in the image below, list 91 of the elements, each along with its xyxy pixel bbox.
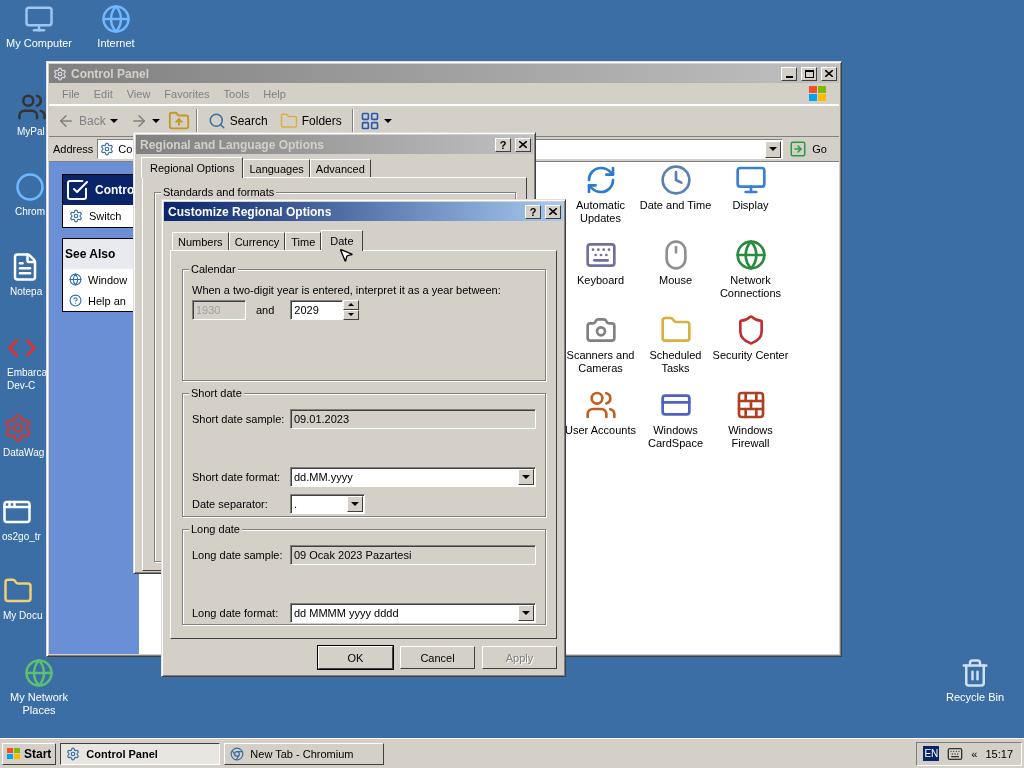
panel-link[interactable]: Switch bbox=[63, 205, 139, 227]
address-label: Address bbox=[53, 143, 94, 155]
globe-icon[interactable] bbox=[734, 239, 767, 271]
desktop-icon-label[interactable]: My Computer bbox=[6, 37, 72, 50]
tab[interactable]: Numbers bbox=[172, 232, 229, 250]
browser-icon bbox=[230, 746, 245, 761]
windows-logo-icon bbox=[807, 84, 829, 103]
group-title: Long date bbox=[189, 523, 242, 536]
minimize-icon bbox=[785, 75, 793, 78]
desktop-icon-label[interactable]: os2go_tr bbox=[2, 530, 41, 543]
figure-icon[interactable] bbox=[17, 92, 47, 122]
desktop-icon-label[interactable]: MyPal bbox=[17, 125, 45, 138]
clock-icon[interactable] bbox=[659, 164, 692, 196]
dialog-title: Customize Regional Options bbox=[168, 204, 333, 219]
monitor-icon[interactable] bbox=[734, 164, 767, 196]
recycle-bin-icon[interactable] bbox=[960, 658, 990, 688]
gear-icon bbox=[69, 209, 83, 223]
dialog-button[interactable]: Cancel bbox=[400, 646, 475, 669]
calendar-description: When a two-digit year is entered, interpret it as a year between: bbox=[192, 284, 502, 296]
maximize-button[interactable] bbox=[801, 66, 817, 81]
folders-button[interactable]: Folders bbox=[275, 110, 346, 132]
field-label: Date separator: bbox=[192, 497, 269, 510]
tab[interactable]: Date bbox=[321, 230, 363, 251]
expand-tray-button[interactable]: « bbox=[971, 747, 978, 760]
desktop-icon-label[interactable]: Internet bbox=[97, 37, 135, 50]
window-title: Control Panel bbox=[71, 66, 150, 81]
format-dropdown[interactable]: dd MMMM yyyy dddd bbox=[290, 602, 536, 623]
help-button[interactable]: ? bbox=[495, 137, 511, 152]
checkbox-icon bbox=[65, 178, 89, 202]
sample-field: 09.01.2023 bbox=[290, 408, 536, 429]
users-icon[interactable] bbox=[584, 389, 617, 421]
help-button[interactable]: ? bbox=[525, 204, 541, 219]
maximize-icon bbox=[804, 69, 814, 78]
circle-icon[interactable] bbox=[15, 172, 45, 202]
field-label: Short date format: bbox=[192, 470, 282, 483]
search-icon bbox=[207, 112, 226, 130]
spinner[interactable] bbox=[343, 299, 360, 320]
field-label: Long date sample: bbox=[192, 548, 284, 561]
format-dropdown[interactable]: dd.MM.yyyy bbox=[290, 466, 536, 487]
views-icon[interactable] bbox=[359, 111, 380, 131]
desktop-icon-label[interactable]: Notepa bbox=[10, 285, 43, 298]
desktop-icon-label[interactable]: Recycle Bin bbox=[945, 691, 1005, 704]
tab[interactable]: Time bbox=[285, 232, 322, 250]
close-icon bbox=[549, 208, 557, 215]
clock: 15:17 bbox=[985, 747, 1013, 760]
group-title: Calendar bbox=[189, 263, 238, 276]
windows-logo-icon bbox=[7, 747, 21, 760]
taskbar-button[interactable]: Control Panel bbox=[60, 742, 221, 765]
tab[interactable]: Languages bbox=[243, 159, 310, 177]
search-button[interactable]: Search bbox=[203, 110, 272, 132]
close-icon bbox=[825, 70, 833, 77]
language-indicator[interactable]: EN bbox=[923, 746, 940, 761]
computer-icon[interactable] bbox=[24, 4, 54, 34]
close-button[interactable] bbox=[545, 204, 561, 219]
control-panel-item[interactable]: Security Center bbox=[711, 349, 790, 362]
globe-icon bbox=[69, 273, 82, 286]
panel-link[interactable]: Window bbox=[63, 269, 139, 290]
close-button[interactable] bbox=[515, 137, 531, 152]
cursor-icon bbox=[338, 247, 354, 263]
group-title: Standards and formats bbox=[161, 186, 277, 199]
keyboard-icon[interactable] bbox=[947, 745, 964, 762]
separator-dropdown[interactable]: . bbox=[290, 493, 365, 514]
desktop-icon-label[interactable]: My Network Places bbox=[0, 691, 78, 717]
field-label: Long date format: bbox=[192, 606, 280, 619]
tab[interactable]: Regional Options bbox=[141, 157, 244, 178]
desktop-icon-label[interactable]: Chrom bbox=[15, 205, 45, 218]
taskbar-button[interactable]: New Tab - Chromium bbox=[224, 742, 385, 765]
panel-title: See Also bbox=[65, 247, 116, 261]
panel-link[interactable]: Help an bbox=[63, 290, 139, 311]
go-button[interactable]: Go bbox=[787, 140, 835, 158]
close-icon bbox=[519, 141, 527, 148]
group-title: Short date bbox=[189, 387, 244, 400]
dialog-title: Regional and Language Options bbox=[140, 137, 325, 152]
close-button[interactable] bbox=[821, 66, 837, 81]
panel-title: Contro bbox=[95, 183, 135, 197]
year-field[interactable]: 2029 bbox=[290, 299, 344, 320]
dialog-button[interactable]: OK bbox=[318, 646, 393, 669]
and-label: and bbox=[256, 303, 275, 316]
field-label: Short date sample: bbox=[192, 412, 286, 425]
control-panel-item[interactable]: Scanners and Cameras bbox=[561, 349, 640, 375]
tab[interactable]: Advanced bbox=[309, 159, 371, 177]
desktop-icon-label[interactable]: Embarca Dev-C bbox=[7, 366, 47, 392]
sample-field: 09 Ocak 2023 Pazartesi bbox=[290, 544, 536, 565]
globe-icon[interactable] bbox=[101, 4, 131, 34]
desktop-icon-label[interactable]: My Docu bbox=[3, 609, 43, 622]
tab[interactable]: Currency bbox=[228, 232, 286, 250]
help-icon bbox=[69, 294, 82, 307]
desktop-icon-label[interactable]: DataWag bbox=[3, 446, 45, 459]
start-button[interactable]: Start bbox=[2, 742, 57, 765]
folder-icon bbox=[279, 112, 298, 130]
minimize-button[interactable] bbox=[781, 66, 797, 81]
